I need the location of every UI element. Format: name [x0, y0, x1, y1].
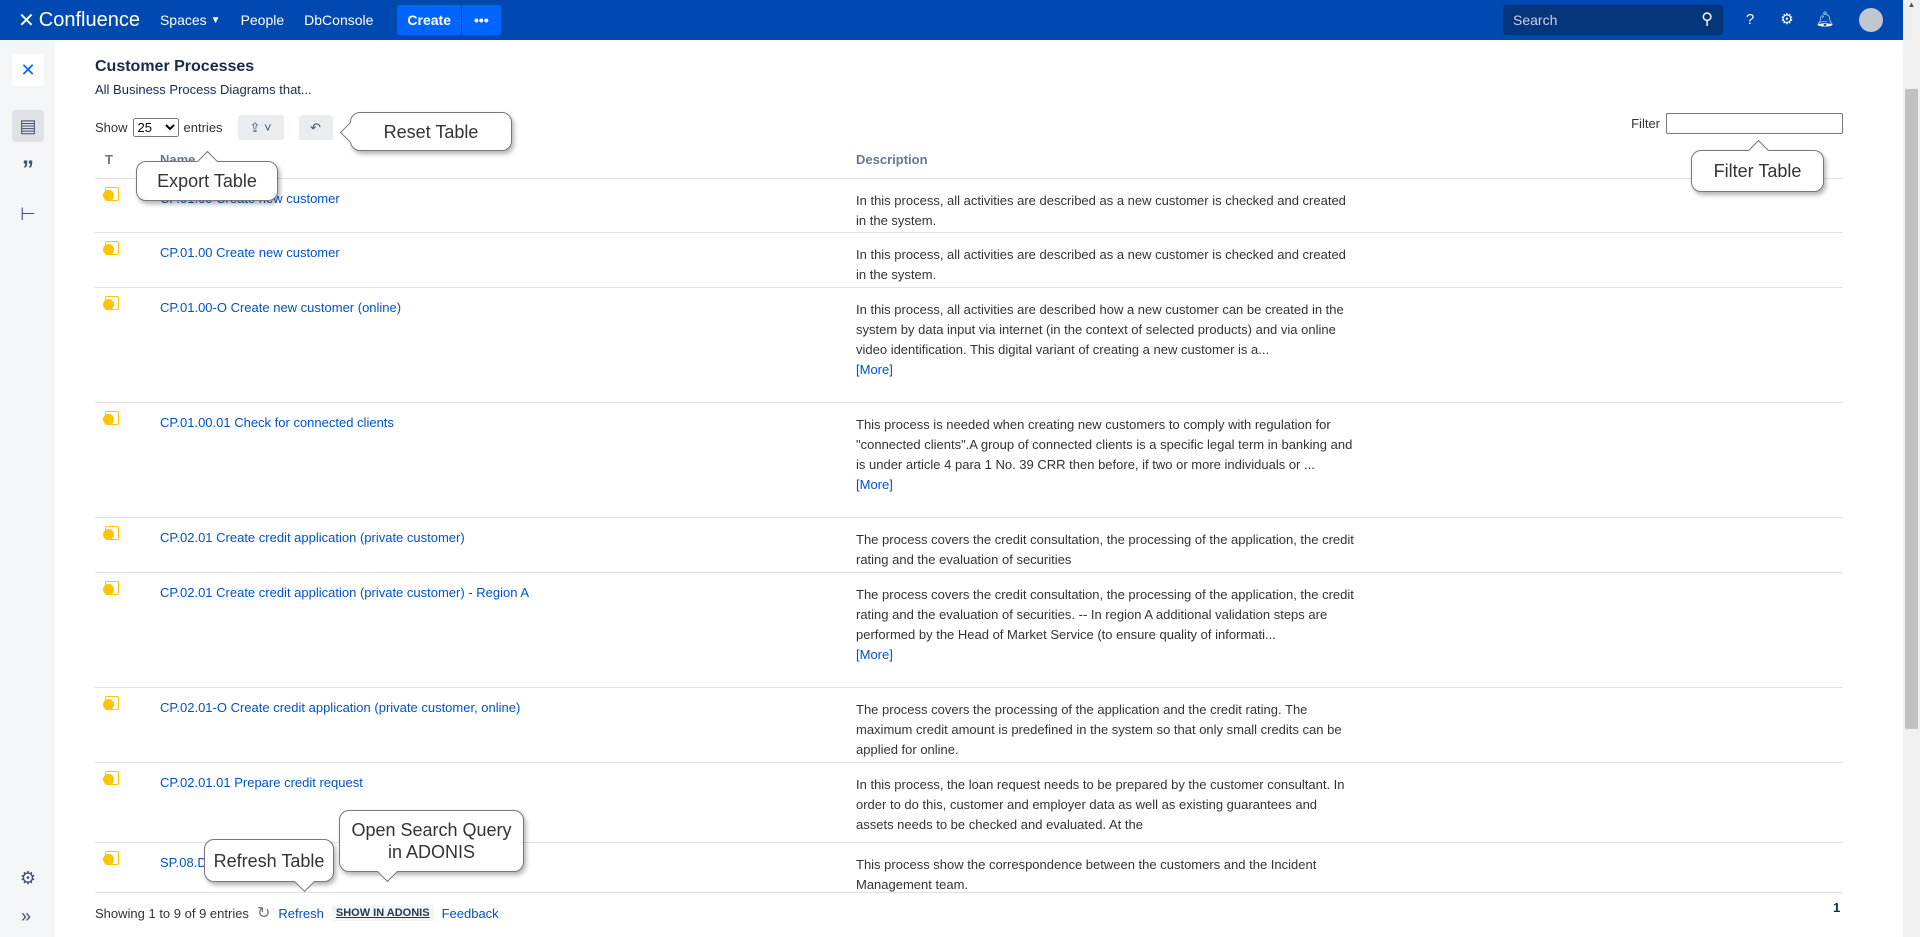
help-icon[interactable]: ? — [1740, 10, 1760, 30]
search-input[interactable]: Search ⚲ — [1503, 5, 1723, 35]
expand-sidebar-icon[interactable]: » — [10, 900, 42, 932]
process-diagram-icon — [103, 526, 119, 540]
table-row: CP.02.01 Create credit application (priv… — [95, 572, 1843, 687]
scroll-up-icon[interactable]: ▲ — [1903, 0, 1920, 9]
export-icon: ⇪ ˅ — [249, 119, 272, 135]
process-diagram-icon — [103, 187, 119, 201]
space-settings-icon[interactable]: ⚙ — [12, 862, 44, 894]
table-row: CP.01.00 Create new customer In this pro… — [95, 232, 1843, 287]
notifications-icon[interactable]: 🔔︎ — [1815, 10, 1835, 30]
process-description: In this process, all activities are desc… — [856, 193, 1346, 228]
scrollbar[interactable]: ▲ — [1903, 0, 1920, 937]
tooltip-filter-table: Filter Table — [1691, 150, 1824, 192]
pagination-page[interactable]: 1 — [1833, 900, 1840, 915]
space-logo-icon[interactable]: ✕ — [12, 54, 44, 86]
process-description: The process covers the credit consultati… — [856, 532, 1354, 567]
process-description: In this process, all activities are desc… — [856, 247, 1346, 282]
refresh-icon[interactable]: ↻ — [257, 903, 270, 923]
process-name-link[interactable]: CP.01.00-O Create new customer (online) — [160, 300, 401, 315]
tooltip-open-in-adonis: Open Search Query in ADONIS — [339, 810, 524, 872]
table-row: CP.01.00-O Create new customer (online) … — [95, 287, 1843, 402]
chevron-down-icon: ▼ — [210, 14, 221, 26]
process-diagram-icon — [103, 241, 119, 255]
tooltip-reset-table: Reset Table — [350, 112, 512, 151]
page-subtitle: All Business Process Diagrams that... — [95, 82, 312, 97]
search-icon[interactable]: ⚲ — [1701, 5, 1713, 35]
filter-input[interactable] — [1666, 113, 1843, 134]
process-description: In this process, all activities are desc… — [856, 300, 1356, 380]
page-tree-icon[interactable]: ⊢ — [12, 198, 44, 230]
avatar[interactable] — [1859, 8, 1883, 32]
process-name-link[interactable]: CP.02.01-O Create credit application (pr… — [160, 700, 520, 715]
process-description: This process show the correspondence bet… — [856, 857, 1317, 892]
more-create-button[interactable]: ••• — [461, 5, 501, 35]
process-diagram-icon — [103, 771, 119, 785]
process-diagram-icon — [103, 296, 119, 310]
feedback-link[interactable]: Feedback — [442, 906, 499, 921]
column-header-description[interactable]: Description — [856, 152, 928, 167]
process-diagram-icon — [103, 696, 119, 710]
gear-icon[interactable]: ⚙ — [1777, 10, 1797, 30]
confluence-logo[interactable]: ✕ Confluence — [18, 8, 140, 33]
process-diagram-icon — [103, 411, 119, 425]
table-footer: Showing 1 to 9 of 9 entries ↻ Refresh SH… — [95, 903, 499, 923]
table-bottom-border — [95, 892, 1843, 893]
process-name-link[interactable]: CP.02.01 Create credit application (priv… — [160, 585, 529, 600]
process-name-link[interactable]: CP.01.00 Create new customer — [160, 245, 340, 260]
show-in-adonis-button[interactable]: SHOW IN ADONIS — [331, 905, 434, 921]
entries-info: Showing 1 to 9 of 9 entries — [95, 905, 249, 921]
table-row: CP.02.01-O Create credit application (pr… — [95, 687, 1843, 762]
confluence-logo-icon: ✕ — [18, 9, 35, 32]
page-title: Customer Processes — [95, 58, 255, 75]
tooltip-export-table: Export Table — [136, 161, 278, 201]
entries-select[interactable]: 25 — [132, 118, 179, 137]
scrollbar-thumb[interactable] — [1905, 89, 1918, 729]
process-name-link[interactable]: CP.01.00.01 Check for connected clients — [160, 415, 394, 430]
table-row: CP.01.00 Create new customer In this pro… — [95, 178, 1843, 232]
table-row: CP.01.00.01 Check for connected clients … — [95, 402, 1843, 517]
more-link[interactable]: [More] — [856, 475, 1356, 495]
top-navigation: ✕ Confluence Spaces ▼ People DbConsole Cre… — [0, 0, 1903, 40]
process-diagram-icon — [103, 581, 119, 595]
nav-dbconsole[interactable]: DbConsole — [304, 12, 373, 28]
nav-spaces[interactable]: Spaces ▼ — [160, 12, 221, 28]
process-diagram-icon — [103, 851, 119, 865]
tooltip-refresh-table: Refresh Table — [204, 839, 334, 882]
sidebar: ✕ ▤ ” ⊢ ⚙ » — [0, 40, 55, 937]
undo-icon: ↶ — [310, 119, 322, 135]
column-header-type[interactable]: T — [105, 152, 113, 167]
process-name-link[interactable]: CP.02.01.01 Prepare credit request — [160, 775, 363, 790]
process-description: In this process, the loan request needs … — [856, 777, 1345, 832]
export-button[interactable]: ⇪ ˅ — [237, 115, 284, 140]
process-description: The process covers the credit consultati… — [856, 585, 1356, 665]
reset-table-button[interactable]: ↶ — [298, 115, 333, 140]
more-link[interactable]: [More] — [856, 645, 1356, 665]
pages-icon[interactable]: ▤ — [12, 110, 44, 142]
blog-quote-icon[interactable]: ” — [12, 154, 44, 186]
create-button[interactable]: Create — [397, 5, 462, 35]
nav-people[interactable]: People — [241, 12, 285, 28]
process-name-link[interactable]: CP.02.01 Create credit application (priv… — [160, 530, 465, 545]
refresh-link[interactable]: Refresh — [278, 906, 324, 921]
process-description: This process is needed when creating new… — [856, 415, 1356, 495]
table-row: CP.02.01 Create credit application (priv… — [95, 517, 1843, 572]
process-description: The process covers the processing of the… — [856, 702, 1342, 757]
more-link[interactable]: [More] — [856, 360, 1356, 380]
